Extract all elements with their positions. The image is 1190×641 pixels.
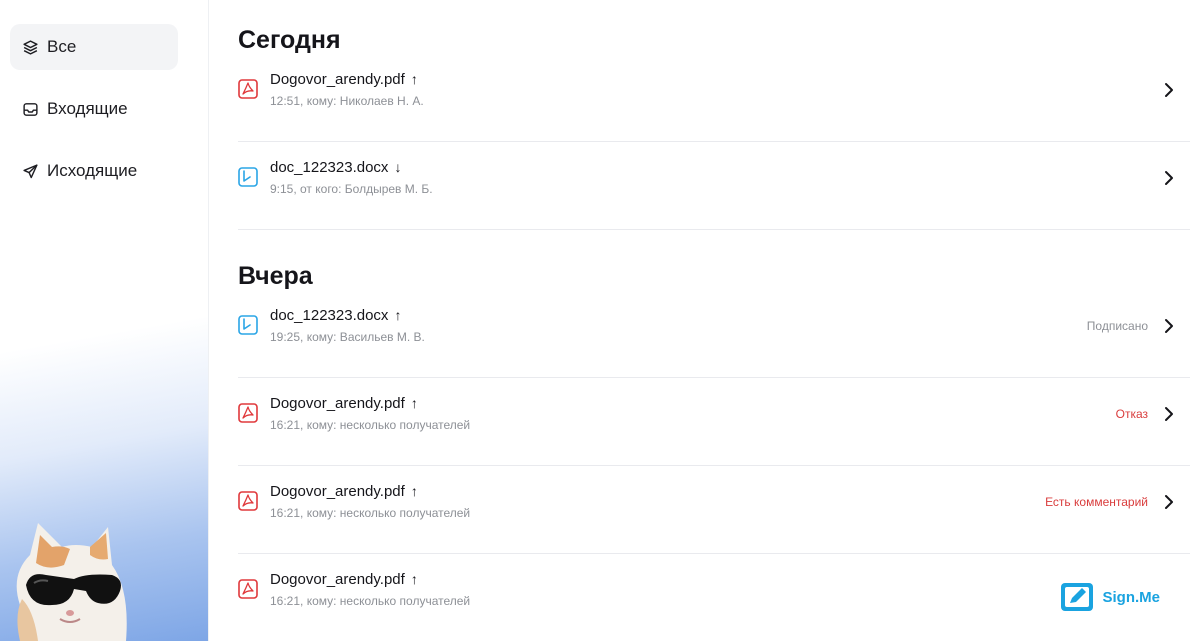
file-name: doc_122323.docx <box>270 159 389 176</box>
sidebar-item-inbox[interactable]: Входящие <box>10 86 178 132</box>
chevron-right-icon[interactable] <box>1162 82 1176 98</box>
incoming-arrow-icon: ↓ <box>394 159 402 175</box>
section-title-today: Сегодня <box>238 26 341 54</box>
document-row[interactable]: Dogovor_arendy.pdf ↑ 16:21, кому: несколь… <box>238 378 1190 466</box>
document-row[interactable]: doc_122323.docx ↓ 9:15, от кого: Болдырев… <box>238 142 1190 230</box>
chevron-right-icon[interactable] <box>1162 170 1176 186</box>
file-name: doc_122323.docx <box>270 307 389 324</box>
sidebar-item-label: Все <box>47 37 77 56</box>
file-name: Dogovor_arendy.pdf <box>270 571 405 588</box>
document-row[interactable]: doc_122323.docx ↑ 19:25, кому: Васильев М… <box>238 290 1190 378</box>
pdf-file-icon <box>238 79 258 99</box>
cat-illustration <box>0 515 140 641</box>
inbox-icon <box>22 101 39 118</box>
file-name: Dogovor_arendy.pdf <box>270 483 405 500</box>
document-meta: 9:15, от кого: Болдырев М. Б. <box>270 182 433 196</box>
pen-icon <box>1060 582 1094 612</box>
pdf-file-icon <box>238 491 258 511</box>
file-name: Dogovor_arendy.pdf <box>270 395 405 412</box>
status-label: Подписано <box>1086 319 1148 333</box>
pdf-file-icon <box>238 403 258 423</box>
docx-file-icon <box>238 315 258 335</box>
chevron-right-icon[interactable] <box>1162 494 1176 510</box>
outgoing-arrow-icon: ↑ <box>410 571 418 587</box>
sidebar-item-label: Входящие <box>47 99 128 118</box>
chevron-right-icon[interactable] <box>1162 406 1176 422</box>
signme-logo: Sign.Me <box>1060 582 1160 612</box>
document-meta: 16:21, кому: несколько получателей <box>270 418 471 432</box>
docx-file-icon <box>238 167 258 187</box>
file-name: Dogovor_arendy.pdf <box>270 71 405 88</box>
status-label: Есть комментарий <box>1045 495 1148 509</box>
document-meta: 16:21, кому: несколько получателей <box>270 506 471 520</box>
outgoing-arrow-icon: ↑ <box>410 71 418 87</box>
sidebar-item-outbox[interactable]: Исходящие <box>10 148 178 194</box>
document-list: Сегодня Dogovor_arendy.pdf ↑ 12:51, кому:… <box>238 0 1190 641</box>
section-title-yesterday: Вчера <box>238 262 313 290</box>
outgoing-arrow-icon: ↑ <box>410 395 418 411</box>
send-icon <box>22 163 39 180</box>
document-row[interactable]: Dogovor_arendy.pdf ↑ 12:51, кому: Николае… <box>238 54 1190 142</box>
document-meta: 16:21, кому: несколько получателей <box>270 594 471 608</box>
status-label: Отказ <box>1115 407 1148 421</box>
document-row[interactable]: Dogovor_arendy.pdf ↑ 16:21, кому: несколь… <box>238 554 1190 641</box>
document-meta: 19:25, кому: Васильев М. В. <box>270 330 425 344</box>
outgoing-arrow-icon: ↑ <box>394 307 402 323</box>
sidebar-item-all[interactable]: Все <box>10 24 178 70</box>
brand-name: Sign.Me <box>1102 588 1160 606</box>
chevron-right-icon[interactable] <box>1162 318 1176 334</box>
sidebar: Все Входящие Исходящие <box>0 0 209 641</box>
document-meta: 12:51, кому: Николаев Н. А. <box>270 94 424 108</box>
sidebar-item-label: Исходящие <box>47 161 138 180</box>
pdf-file-icon <box>238 579 258 599</box>
layers-icon <box>22 39 39 56</box>
outgoing-arrow-icon: ↑ <box>410 483 418 499</box>
document-row[interactable]: Dogovor_arendy.pdf ↑ 16:21, кому: несколь… <box>238 466 1190 554</box>
